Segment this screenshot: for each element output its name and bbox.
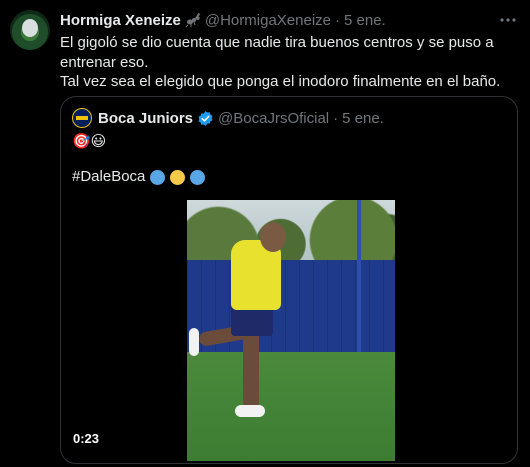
more-horizontal-icon[interactable] — [498, 10, 518, 30]
quoted-tweet[interactable]: Boca Juniors @BocaJrsOficial · 5 ene. 🎯😃… — [60, 96, 518, 464]
video-grass — [187, 352, 395, 461]
yellow-circle-icon — [170, 169, 186, 185]
author-avatar[interactable] — [10, 10, 50, 50]
video-player[interactable] — [187, 200, 395, 461]
video-timer: 0:23 — [73, 431, 100, 446]
tweet-text-line: Tal vez sea el elegido que ponga el inod… — [60, 73, 501, 90]
player-shoe — [235, 405, 265, 417]
hashtag-link[interactable]: #DaleBoca — [72, 167, 145, 187]
tweet-date[interactable]: 5 ene. — [344, 12, 386, 29]
tweet-header: Hormiga Xeneize @HormigaXeneize · 5 ene. — [60, 10, 386, 30]
tweet-text-line: El gigoló se dio cuenta que nadie tira b… — [60, 34, 494, 71]
separator-dot: · — [333, 109, 339, 127]
author-handle[interactable]: @HormigaXeneize — [205, 12, 331, 29]
blue-circle-icon — [150, 169, 166, 185]
player-shorts — [231, 306, 273, 336]
player-leg — [243, 330, 259, 410]
ant-icon — [185, 12, 201, 28]
hashtag-row: #DaleBoca — [72, 167, 206, 187]
blue-circle-icon — [190, 169, 206, 185]
quoted-author-avatar — [72, 108, 92, 128]
quoted-author-handle: @BocaJrsOficial — [218, 109, 330, 127]
tweet-text: El gigoló se dio cuenta que nadie tira b… — [60, 33, 520, 92]
quoted-tweet-date: 5 ene. — [342, 109, 384, 127]
quoted-tweet-text: 🎯😃 #DaleBoca — [72, 132, 206, 187]
author-name[interactable]: Hormiga Xeneize — [60, 12, 181, 29]
player-head — [260, 222, 286, 252]
emoji-row: 🎯😃 — [72, 133, 107, 150]
quoted-author-name: Boca Juniors — [98, 109, 194, 127]
separator-dot: · — [335, 11, 340, 29]
player-shoe — [189, 328, 199, 356]
verified-badge-icon — [198, 110, 213, 126]
tweet[interactable]: Hormiga Xeneize @HormigaXeneize · 5 ene.… — [0, 0, 530, 467]
video-pole — [357, 200, 361, 352]
quoted-tweet-header: Boca Juniors @BocaJrsOficial · 5 ene. — [72, 108, 384, 128]
